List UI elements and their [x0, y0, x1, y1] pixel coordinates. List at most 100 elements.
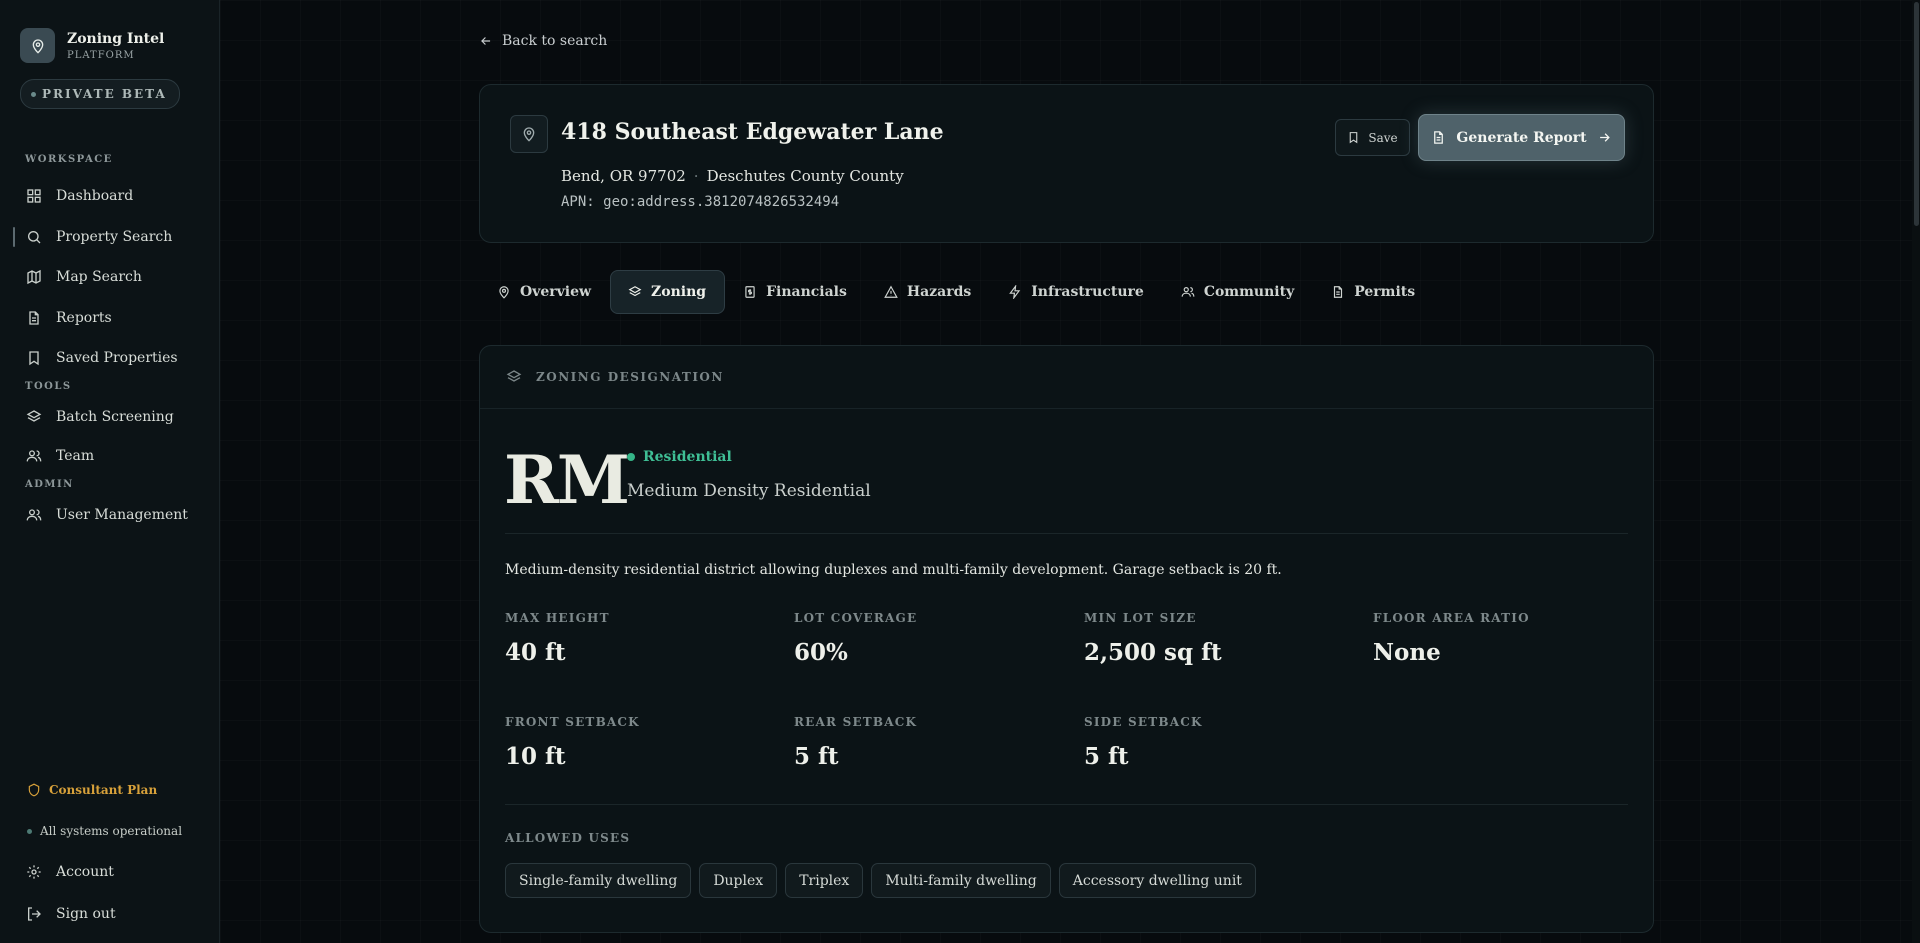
tab-community[interactable]: Community — [1163, 270, 1313, 314]
tab-label: Financials — [766, 284, 847, 300]
tab-label: Overview — [520, 284, 592, 300]
sidebar-item-label: Property Search — [56, 229, 173, 245]
brand[interactable]: Zoning Intel PLATFORM — [20, 28, 164, 63]
back-to-search-link[interactable]: Back to search — [479, 33, 607, 49]
layers-icon — [506, 370, 522, 382]
map-icon — [27, 269, 41, 285]
tab-label: Permits — [1354, 284, 1416, 300]
tab-zoning[interactable]: Zoning — [610, 270, 726, 314]
sidebar-item-batch-screening[interactable]: Batch Screening — [20, 401, 210, 433]
sidebar-item-label: Saved Properties — [56, 350, 178, 366]
stat-side-setback: SIDE SETBACK 5 ft — [1084, 715, 1354, 770]
stat-min-lot-size: MIN LOT SIZE 2,500 sq ft — [1084, 611, 1354, 666]
stat-label: FRONT SETBACK — [505, 715, 640, 729]
sidebar-item-account[interactable]: Account — [20, 856, 210, 888]
zoning-category-badge: Residential — [627, 449, 732, 465]
status-dot — [27, 828, 32, 834]
section-label-workspace: WORKSPACE — [25, 154, 113, 165]
lightning-icon — [1009, 285, 1021, 299]
brand-subtitle: PLATFORM — [67, 49, 135, 61]
zoning-category: Residential — [643, 449, 732, 465]
zoning-designation-card: ZONING DESIGNATION RM Residential Medium… — [479, 345, 1654, 933]
document-icon — [1434, 131, 1444, 144]
tab-label: Infrastructure — [1031, 284, 1144, 300]
beta-badge: PRIVATE BETA — [20, 79, 180, 109]
system-status: All systems operational — [27, 824, 182, 838]
sidebar-item-team[interactable]: Team — [20, 440, 210, 472]
page-scrollbar[interactable] — [1912, 0, 1920, 943]
stat-value: 2,500 sq ft — [1084, 639, 1222, 666]
beta-label: PRIVATE BETA — [42, 87, 167, 101]
sidebar-item-label: Dashboard — [56, 188, 134, 204]
sidebar-item-map-search[interactable]: Map Search — [20, 261, 210, 293]
arrow-right-icon — [1599, 133, 1610, 142]
property-address: 418 Southeast Edgewater Lane — [561, 119, 944, 145]
tab-label: Hazards — [906, 284, 972, 300]
stat-label: SIDE SETBACK — [1084, 715, 1203, 729]
plan-label: Consultant Plan — [49, 783, 158, 797]
sidebar-item-user-management[interactable]: User Management — [20, 499, 210, 531]
document-icon — [29, 311, 39, 325]
sidebar-item-label: User Management — [56, 507, 188, 523]
document-icon — [1334, 286, 1343, 298]
gear-icon — [27, 865, 41, 879]
allowed-uses-label: ALLOWED USES — [505, 831, 631, 845]
generate-report-button[interactable]: Generate Report — [1418, 114, 1625, 161]
stat-label: REAR SETBACK — [794, 715, 918, 729]
sidebar-item-property-search[interactable]: Property Search — [13, 221, 210, 253]
sidebar-item-dashboard[interactable]: Dashboard — [20, 180, 210, 212]
zoning-code: RM — [504, 441, 630, 519]
use-chip: Single-family dwelling — [505, 863, 692, 898]
county: Deschutes County County — [706, 167, 904, 185]
tab-permits[interactable]: Permits — [1313, 270, 1434, 314]
zoning-card-title: ZONING DESIGNATION — [536, 370, 724, 384]
separator: · — [693, 167, 699, 185]
layers-icon — [26, 410, 42, 422]
map-pin-icon — [510, 115, 548, 153]
tab-overview[interactable]: Overview — [479, 270, 610, 314]
use-chip: Multi-family dwelling — [871, 863, 1051, 898]
stat-floor-area-ratio: FLOOR AREA RATIO None — [1373, 611, 1643, 666]
divider — [505, 533, 1628, 534]
shield-icon — [28, 783, 40, 797]
map-pin-icon — [20, 28, 55, 63]
sidebar-item-saved-properties[interactable]: Saved Properties — [20, 342, 210, 374]
users-icon — [26, 450, 42, 462]
use-chip: Accessory dwelling unit — [1058, 863, 1256, 898]
city-state-zip: Bend, OR 97702 — [561, 167, 686, 185]
tab-infrastructure[interactable]: Infrastructure — [990, 270, 1163, 314]
map-pin-icon — [499, 286, 509, 299]
property-apn: APN: geo:address.3812074826532494 — [561, 194, 840, 210]
bookmark-icon — [1350, 132, 1358, 144]
sidebar-item-label: Reports — [56, 310, 112, 326]
stat-rear-setback: REAR SETBACK 5 ft — [794, 715, 1064, 770]
property-tabs: Overview Zoning Financials Hazards Infra… — [479, 270, 1434, 314]
tab-label: Community — [1203, 284, 1295, 300]
stat-value: 5 ft — [1084, 743, 1129, 770]
sidebar-item-label: Map Search — [56, 269, 142, 285]
tab-hazards[interactable]: Hazards — [866, 270, 990, 314]
sidebar: Zoning Intel PLATFORM PRIVATE BETA WORKS… — [0, 0, 220, 943]
users-icon — [1181, 287, 1195, 297]
users-icon — [26, 509, 42, 521]
divider — [505, 804, 1628, 805]
stat-value: 5 ft — [794, 743, 839, 770]
tab-label: Zoning — [651, 284, 707, 300]
status-text: All systems operational — [40, 824, 183, 838]
stat-label: FLOOR AREA RATIO — [1373, 611, 1530, 625]
dollar-document-icon — [745, 286, 755, 298]
stat-max-height: MAX HEIGHT 40 ft — [505, 611, 775, 666]
warning-icon — [884, 285, 898, 298]
sidebar-item-label: Account — [56, 864, 114, 880]
plan-badge[interactable]: Consultant Plan — [27, 783, 157, 797]
allowed-uses-list: Single-family dwelling Duplex Triplex Mu… — [505, 863, 1264, 898]
sidebar-item-sign-out[interactable]: Sign out — [20, 898, 210, 930]
tab-financials[interactable]: Financials — [725, 270, 866, 314]
sidebar-item-reports[interactable]: Reports — [20, 302, 210, 334]
sidebar-item-label: Team — [56, 448, 95, 464]
sign-out-icon — [28, 907, 41, 921]
scrollbar-thumb[interactable] — [1914, 2, 1919, 226]
brand-name: Zoning Intel — [67, 30, 165, 47]
save-button[interactable]: Save — [1335, 119, 1410, 156]
sidebar-item-label: Sign out — [56, 906, 116, 922]
